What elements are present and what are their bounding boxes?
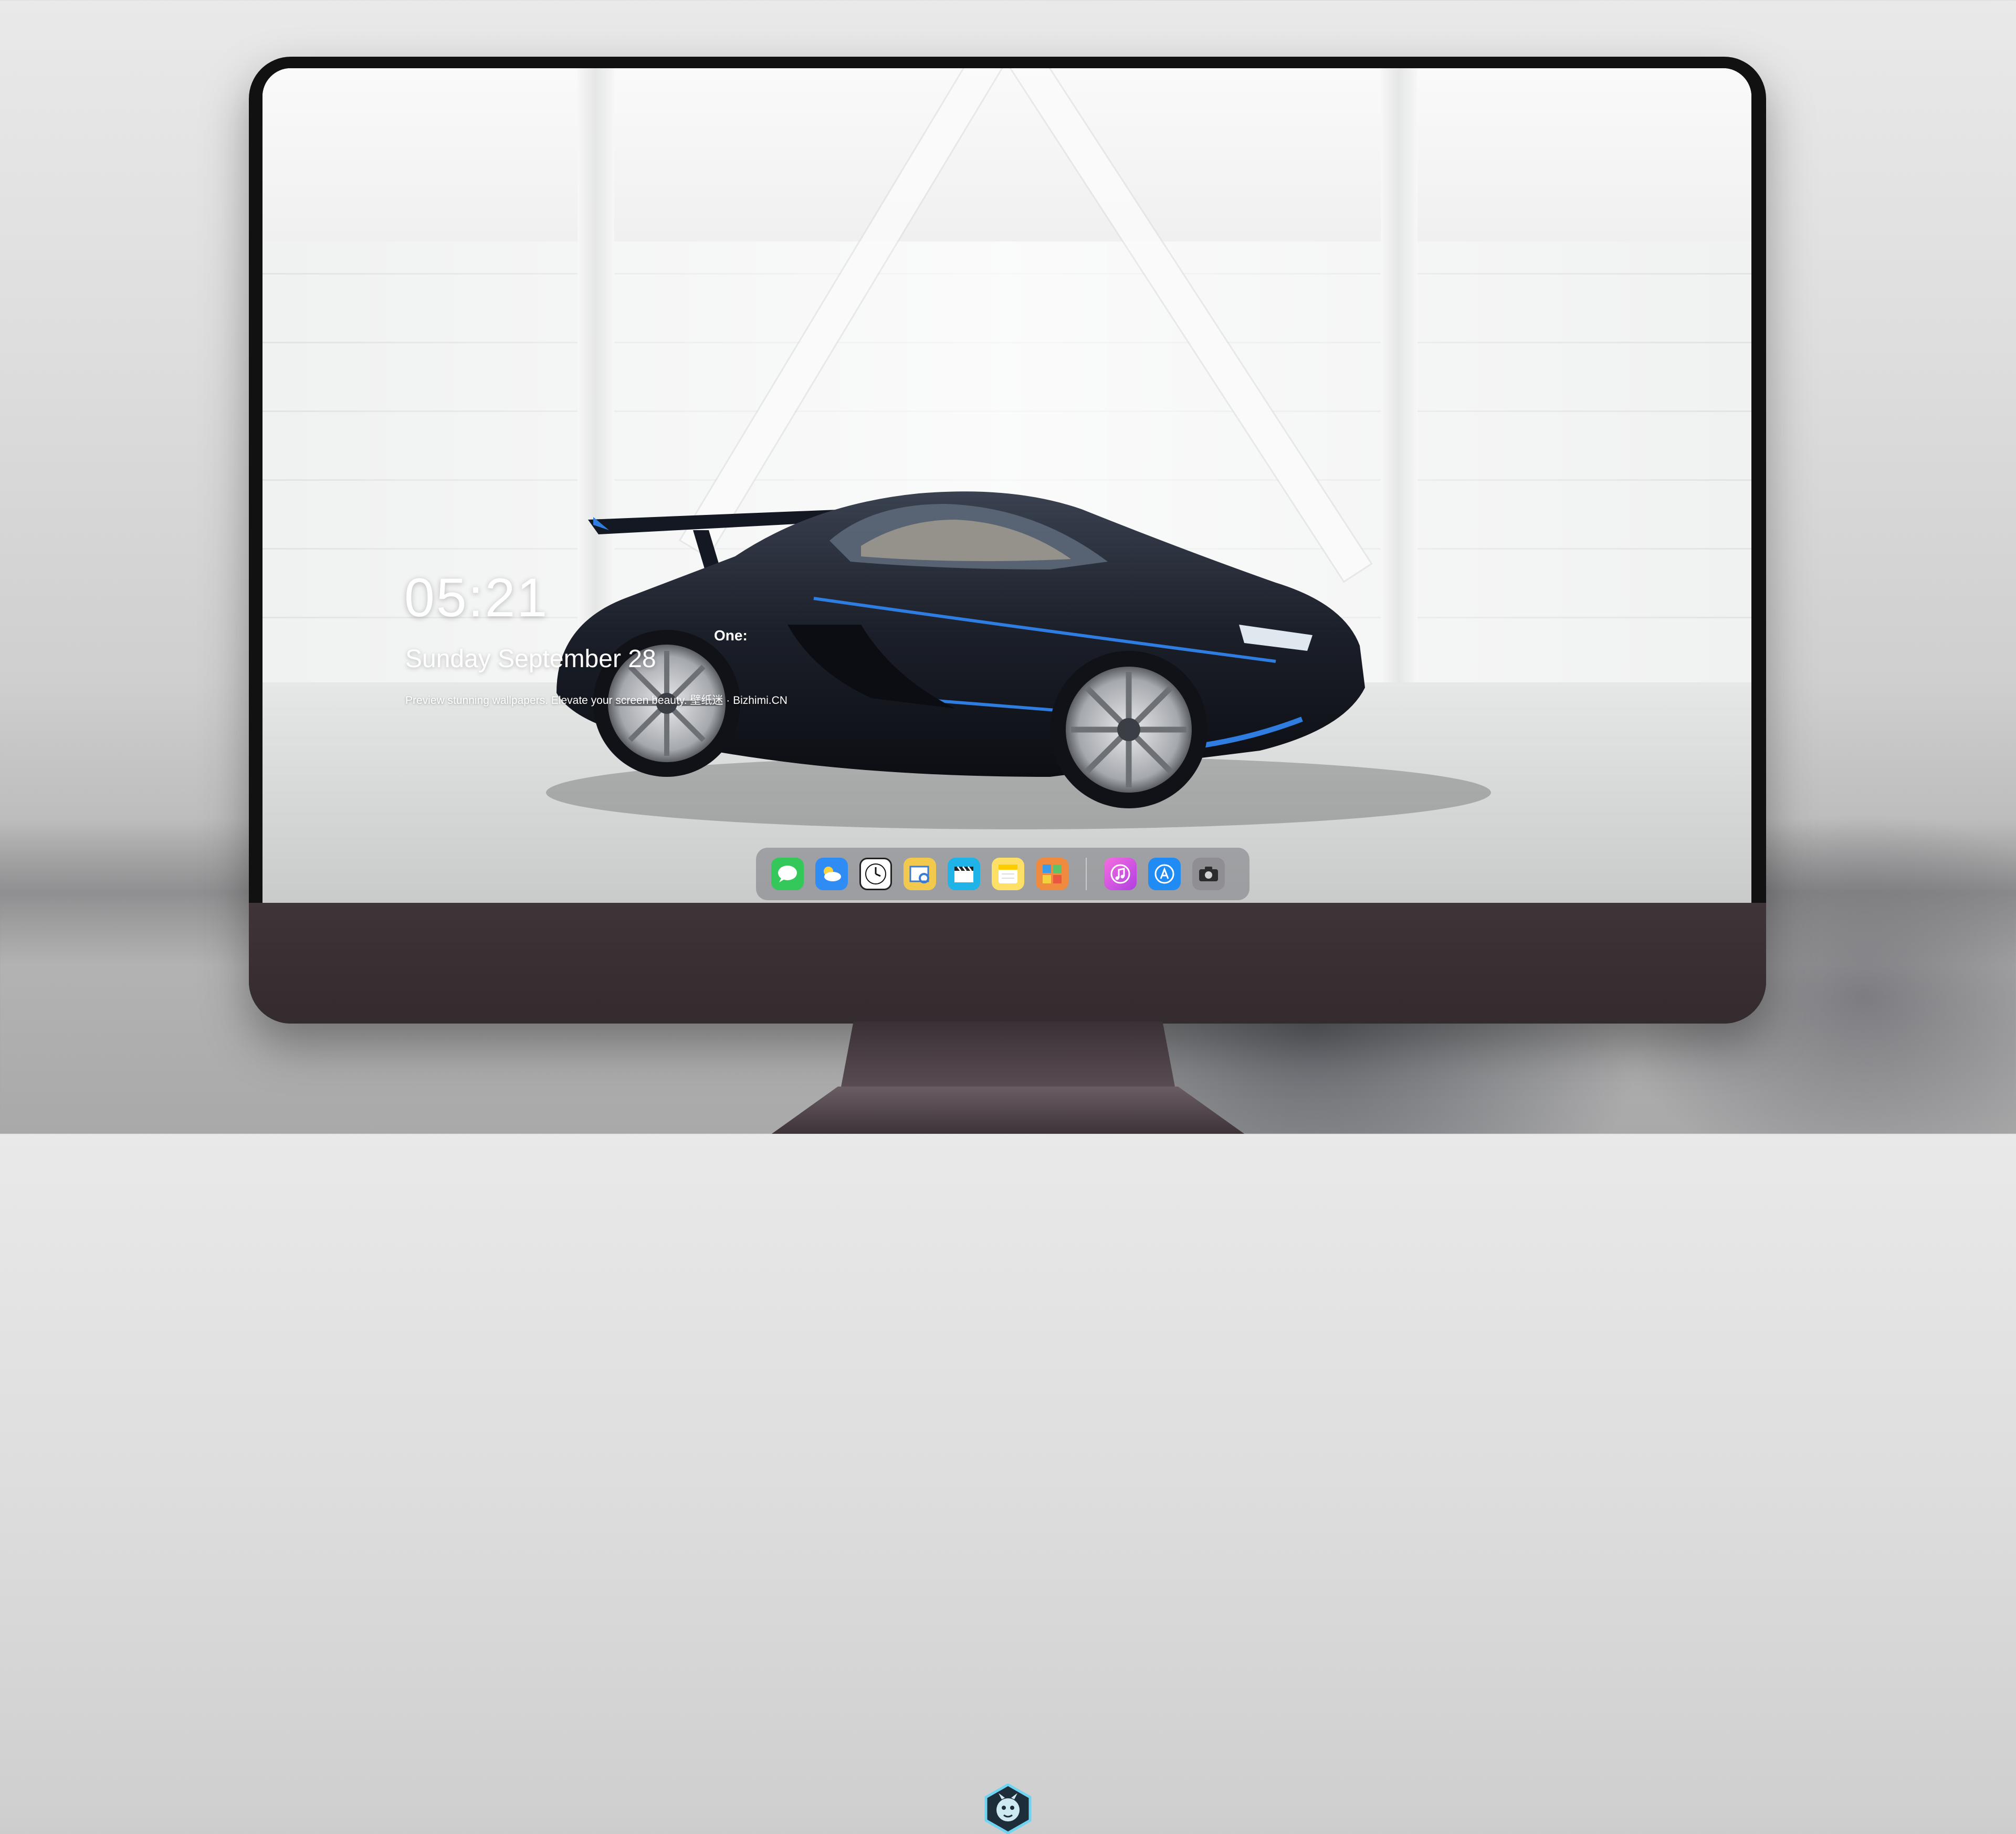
app-store-icon[interactable]: [1148, 858, 1181, 890]
weather-icon[interactable]: [815, 858, 848, 890]
clock-icon[interactable]: [859, 858, 892, 890]
messages-icon[interactable]: [771, 858, 804, 890]
photos-collage-icon[interactable]: [1036, 858, 1068, 890]
lockscreen-date: Sunday September 28: [405, 645, 656, 673]
camera-icon[interactable]: [1192, 858, 1225, 890]
desktop-screen: One: 05:21 Sunday September 28 Preview s…: [262, 68, 1751, 903]
car-badge-text: One:: [714, 627, 748, 644]
lockscreen-tagline: Preview stunning wallpapers. Elevate you…: [405, 694, 788, 707]
monitor-stand-base: [772, 1087, 1244, 1134]
monitor-stand: [840, 1021, 1176, 1092]
dock-separator: [1086, 858, 1087, 890]
video-editor-icon[interactable]: [948, 858, 980, 890]
sports-car-wallpaper: One:: [546, 491, 1491, 829]
front-wheel: [1050, 651, 1208, 808]
music-icon[interactable]: [1104, 858, 1137, 890]
dock: [756, 848, 1250, 900]
preview-icon[interactable]: [904, 858, 936, 890]
lockscreen-time: 05:21: [404, 567, 549, 628]
notes-icon[interactable]: [992, 858, 1024, 890]
dragon-logo-icon: [984, 1784, 1032, 1834]
monitor-chin: [249, 903, 1766, 1834]
